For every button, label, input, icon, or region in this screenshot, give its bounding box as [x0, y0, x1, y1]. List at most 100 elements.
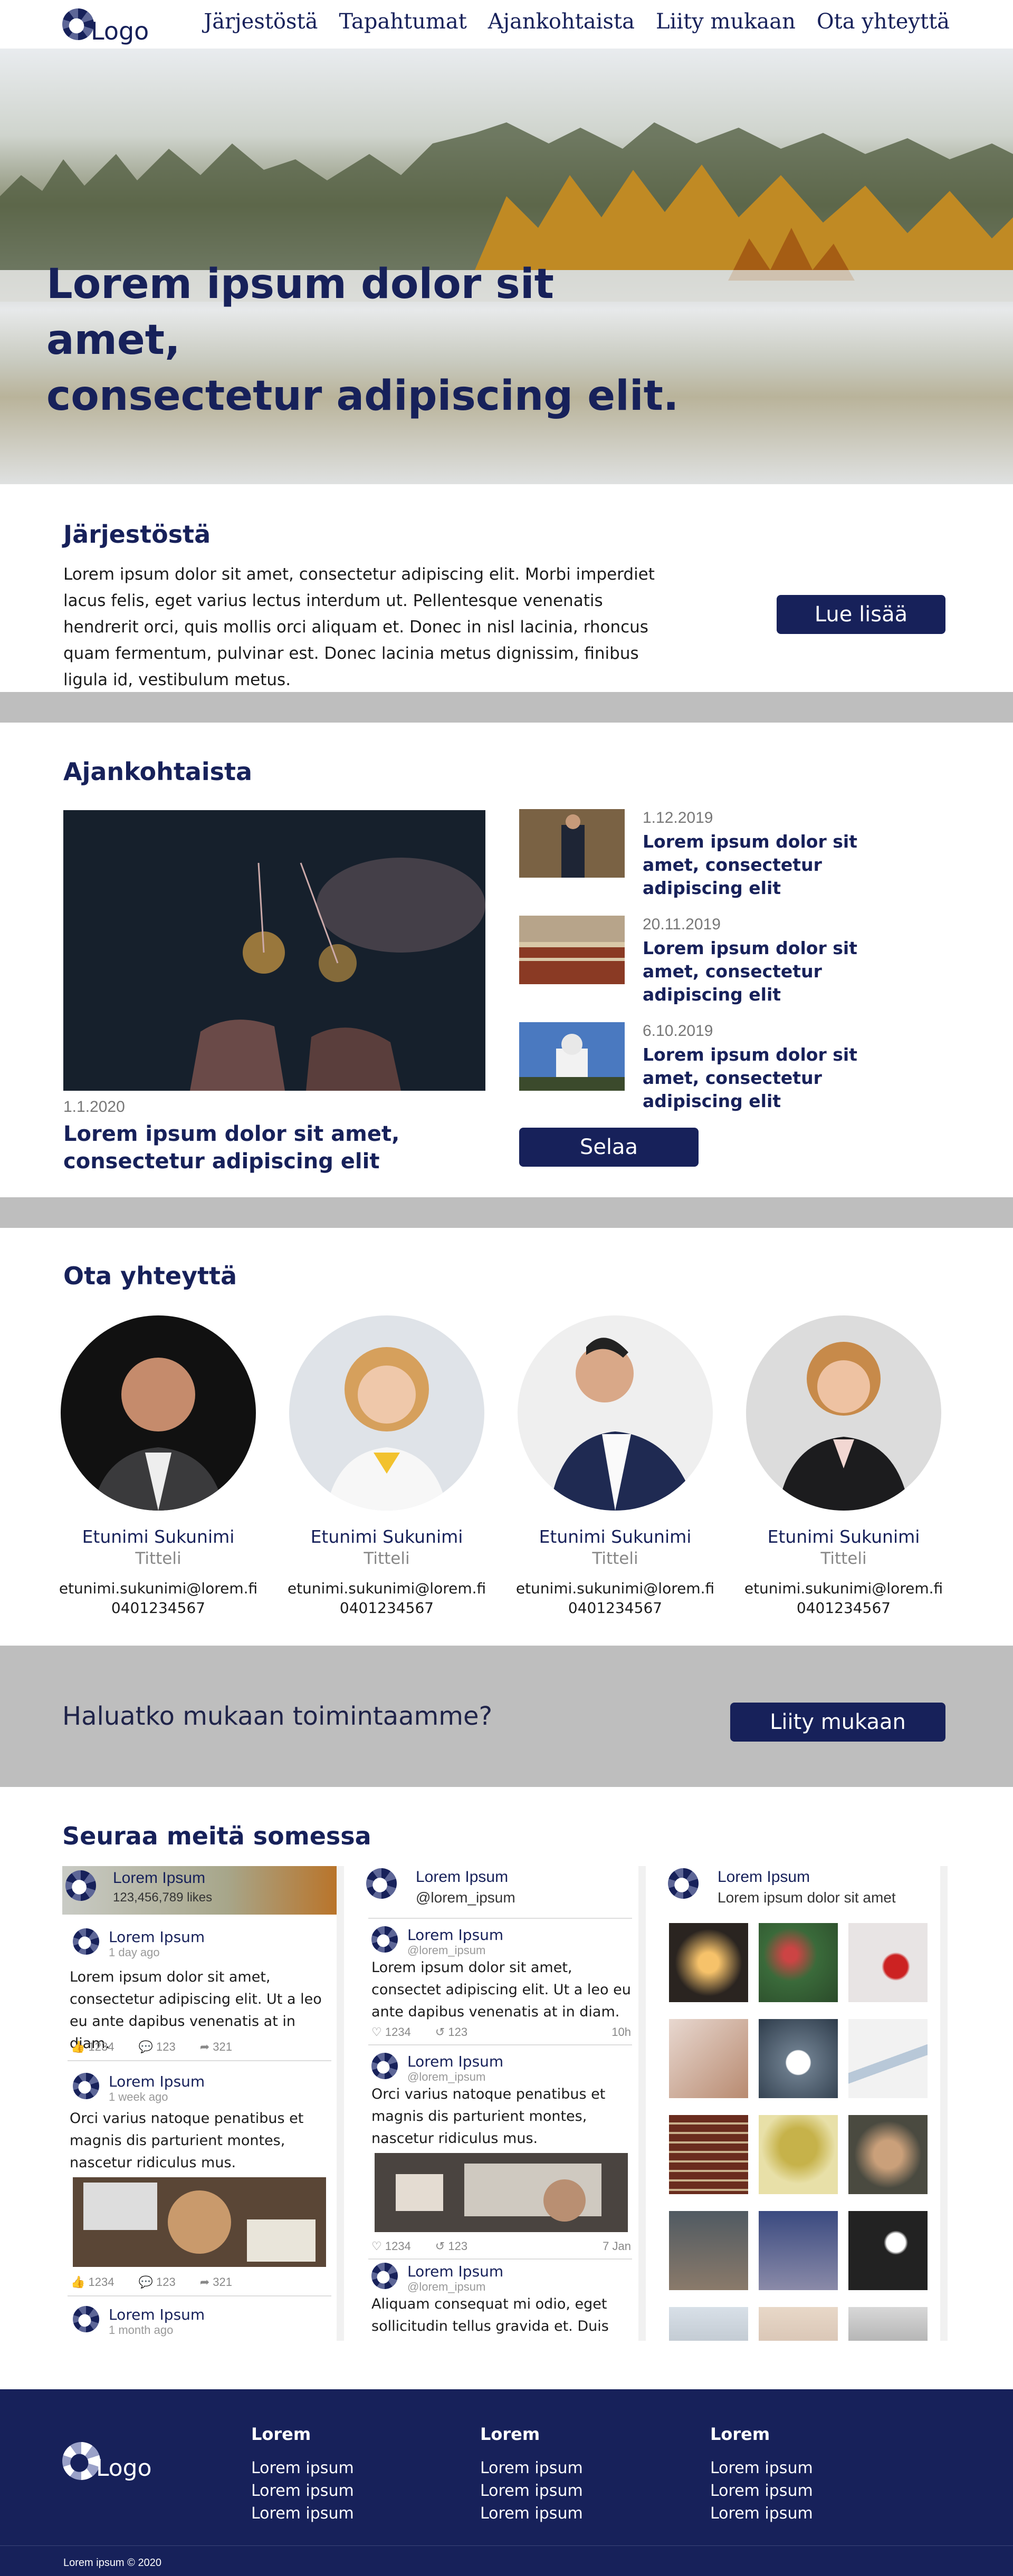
fb-like-count: 1234	[88, 2040, 114, 2053]
footer-link[interactable]: Lorem ipsum	[710, 2457, 813, 2479]
nav-item-ota-yhteytta[interactable]: Ota yhteyttä	[817, 9, 950, 34]
tweet-stats: ♡ 1234 ↺ 123	[371, 2239, 467, 2253]
tweet-author[interactable]: Lorem Ipsum	[407, 2263, 503, 2280]
divider	[368, 2258, 632, 2260]
footer-link[interactable]: Lorem ipsum	[480, 2502, 583, 2525]
nav-item-ajankohtaista[interactable]: Ajankohtaista	[488, 9, 635, 34]
instagram-photo-parliament[interactable]	[669, 2115, 748, 2194]
instagram-name[interactable]: Lorem Ipsum	[718, 1868, 810, 1886]
news-main-title[interactable]: Lorem ipsum dolor sit amet, consectetur …	[63, 1120, 485, 1175]
twitter-name[interactable]: Lorem Ipsum	[416, 1868, 508, 1886]
nav-item-jarjestosta[interactable]: Järjestöstä	[204, 9, 318, 34]
twitter-handle[interactable]: @lorem_ipsum	[416, 1889, 515, 1906]
contact-email[interactable]: etunimi.sukunimi@lorem.fi	[515, 1580, 715, 1597]
retweet-icon[interactable]: ↺ 123	[435, 2025, 467, 2039]
logo[interactable]: Logo	[62, 3, 149, 45]
fb-post-time: 1 day ago	[109, 1946, 160, 1959]
comment-icon[interactable]: 💬 123	[138, 2275, 175, 2289]
news-main-image[interactable]	[63, 810, 485, 1091]
fb-post-text: Orci varius natoque penatibus et magnis …	[70, 2110, 304, 2171]
share-icon[interactable]: ➦ 321	[200, 2275, 232, 2289]
footer-link[interactable]: Lorem ipsum	[251, 2457, 354, 2479]
browse-older-button[interactable]: Selaa vanhempia	[519, 1128, 699, 1198]
tweet-text: Lorem ipsum dolor sit amet, consectet ad…	[371, 1959, 631, 2020]
footer-column: Lorem Lorem ipsum Lorem ipsum Lorem ipsu…	[251, 2424, 354, 2525]
news-item[interactable]: 6.10.2019 Lorem ipsum dolor sit amet, co…	[519, 1022, 920, 1111]
facebook-feed[interactable]: Lorem Ipsum 123,456,789 likes Lorem Ipsu…	[62, 1866, 344, 2341]
contact-phone[interactable]: 0401234567	[743, 1599, 944, 1617]
instagram-photo-ornament[interactable]	[848, 1923, 928, 2002]
instagram-photo-charts[interactable]	[848, 2019, 928, 2098]
news-item[interactable]: 1.12.2019 Lorem ipsum dolor sit amet, co…	[519, 809, 920, 898]
scrollbar[interactable]	[337, 1866, 344, 2341]
contact-phone[interactable]: 0401234567	[515, 1599, 715, 1617]
comment-icon[interactable]: 💬 123	[138, 2040, 175, 2054]
contact-email[interactable]: etunimi.sukunimi@lorem.fi	[58, 1580, 259, 1597]
heart-icon[interactable]: ♡ 1234	[371, 2239, 411, 2253]
footer-link[interactable]: Lorem ipsum	[480, 2457, 583, 2479]
instagram-photo-meeting[interactable]	[669, 2211, 748, 2290]
instagram-photo-lightbulb[interactable]	[848, 2211, 928, 2290]
twitter-profile-logo	[366, 1868, 397, 1899]
news-item-title[interactable]: Lorem ipsum dolor sit amet, consectetur …	[643, 937, 917, 1006]
instagram-photo-hands[interactable]	[848, 2115, 928, 2194]
instagram-photo-plants[interactable]	[759, 2115, 838, 2194]
news-main-date: 1.1.2020	[63, 1098, 125, 1116]
fb-post-avatar	[73, 2073, 99, 2099]
tweet-handle: @lorem_ipsum	[407, 2280, 486, 2293]
news-item-title[interactable]: Lorem ipsum dolor sit amet, consectetur …	[643, 830, 917, 900]
site-header: Logo Järjestöstä Tapahtumat Ajankohtaist…	[0, 0, 1013, 49]
contact-email[interactable]: etunimi.sukunimi@lorem.fi	[286, 1580, 487, 1597]
fb-post-stats: 👍 1234 💬 123 ➦ 321	[71, 2040, 232, 2054]
fb-post-author[interactable]: Lorem Ipsum	[109, 2306, 205, 2323]
news-thumb-parliament	[519, 916, 625, 984]
like-icon[interactable]: 👍 1234	[71, 2040, 114, 2054]
instagram-photo[interactable]	[848, 2307, 928, 2341]
like-icon[interactable]: 👍 1234	[71, 2275, 114, 2289]
tweet-author[interactable]: Lorem Ipsum	[407, 1926, 503, 1944]
retweet-icon[interactable]: ↺ 123	[435, 2239, 467, 2253]
news-item[interactable]: 20.11.2019 Lorem ipsum dolor sit amet, c…	[519, 916, 920, 1005]
scrollbar[interactable]	[940, 1866, 948, 2341]
tweet-like-count: 1234	[385, 2025, 411, 2039]
fb-share-count: 321	[213, 2275, 232, 2289]
contact-phone[interactable]: 0401234567	[58, 1599, 259, 1617]
instagram-photo-christmas-tree[interactable]	[759, 1923, 838, 2002]
footer-logo[interactable]: Logo	[62, 2440, 152, 2482]
news-title: Ajankohtaista	[63, 757, 253, 786]
nav-item-liity-mukaan[interactable]: Liity mukaan	[656, 9, 796, 34]
tweet-handle: @lorem_ipsum	[407, 2070, 486, 2083]
instagram-profile-logo	[668, 1868, 699, 1899]
instagram-feed[interactable]: Lorem Ipsum Lorem ipsum dolor sit amet	[666, 1866, 948, 2341]
instagram-photo-bauble[interactable]	[759, 2019, 838, 2098]
heart-icon[interactable]: ♡ 1234	[371, 2025, 411, 2039]
tweet-author[interactable]: Lorem Ipsum	[407, 2053, 503, 2070]
instagram-photo-gift[interactable]	[669, 2019, 748, 2098]
scrollbar[interactable]	[638, 1866, 646, 2341]
contact-name: Etunimi Sukunimi	[310, 1526, 463, 1547]
tweet-header: Lorem Ipsum @lorem_ipsum	[371, 1926, 503, 1957]
footer-link[interactable]: Lorem ipsum	[480, 2479, 583, 2502]
nav-item-tapahtumat[interactable]: Tapahtumat	[339, 9, 466, 34]
footer-column: Lorem Lorem ipsum Lorem ipsum Lorem ipsu…	[710, 2424, 813, 2525]
facebook-page-name[interactable]: Lorem Ipsum	[113, 1869, 205, 1887]
instagram-photo[interactable]	[759, 2307, 838, 2341]
news-item-title[interactable]: Lorem ipsum dolor sit amet, consectetur …	[643, 1043, 917, 1113]
contact-email[interactable]: etunimi.sukunimi@lorem.fi	[743, 1580, 944, 1597]
instagram-photo-sparkler[interactable]	[669, 1923, 748, 2002]
instagram-photo[interactable]	[669, 2307, 748, 2341]
share-icon[interactable]: ➦ 321	[200, 2040, 232, 2054]
join-button[interactable]: Liity mukaan	[730, 1703, 945, 1742]
read-more-button[interactable]: Lue lisää	[777, 595, 945, 634]
footer-link[interactable]: Lorem ipsum	[710, 2479, 813, 2502]
instagram-photo-conference[interactable]	[759, 2211, 838, 2290]
divider	[68, 2060, 331, 2061]
footer-link[interactable]: Lorem ipsum	[710, 2502, 813, 2525]
contact-phone[interactable]: 0401234567	[286, 1599, 487, 1617]
footer-link[interactable]: Lorem ipsum	[251, 2502, 354, 2525]
footer-link[interactable]: Lorem ipsum	[251, 2479, 354, 2502]
fb-post-author[interactable]: Lorem Ipsum	[109, 1928, 205, 1946]
twitter-feed[interactable]: Lorem Ipsum @lorem_ipsum Lorem Ipsum @lor…	[364, 1866, 646, 2341]
logo-icon	[62, 8, 94, 40]
fb-post-author[interactable]: Lorem Ipsum	[109, 2073, 205, 2090]
